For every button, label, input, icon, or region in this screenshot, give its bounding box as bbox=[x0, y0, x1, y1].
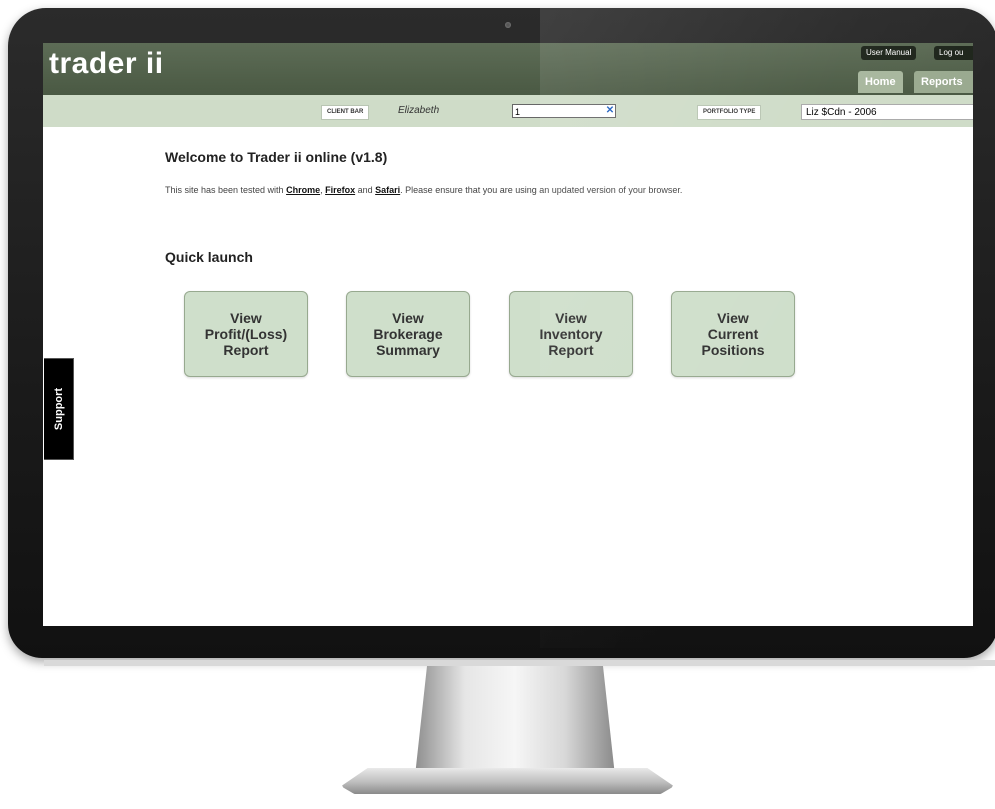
view-brokerage-summary-button[interactable]: View Brokerage Summary bbox=[346, 291, 470, 377]
tab-reports[interactable]: Reports bbox=[914, 71, 973, 93]
portfolio-type-select[interactable]: Liz $Cdn - 2006 bbox=[801, 104, 973, 120]
view-current-positions-button[interactable]: View Current Positions bbox=[671, 291, 795, 377]
safari-link[interactable]: Safari bbox=[375, 185, 400, 195]
client-input[interactable]: 1 bbox=[512, 104, 616, 118]
quick-launch-heading: Quick launch bbox=[165, 249, 253, 265]
clear-icon[interactable]: ✕ bbox=[604, 104, 616, 118]
tab-home[interactable]: Home bbox=[858, 71, 903, 93]
browser-notice: This site has been tested with Chrome, F… bbox=[165, 185, 683, 195]
app-logo: trader ii bbox=[49, 47, 164, 80]
screen: trader ii User Manual Log ou Home Report… bbox=[43, 43, 973, 626]
logout-link[interactable]: Log ou bbox=[934, 46, 973, 60]
chrome-link[interactable]: Chrome bbox=[286, 185, 320, 195]
monitor-stand-base bbox=[341, 768, 674, 794]
firefox-link[interactable]: Firefox bbox=[325, 185, 355, 195]
camera-icon bbox=[505, 22, 511, 28]
monitor-stand-neck bbox=[415, 666, 615, 776]
view-profit-loss-report-button[interactable]: View Profit/(Loss) Report bbox=[184, 291, 308, 377]
client-bar: CLIENT BAR Elizabeth 1 ✕ PORTFOLIO TYPE … bbox=[43, 95, 973, 127]
page-title: Welcome to Trader ii online (v1.8) bbox=[165, 149, 388, 165]
app-header: trader ii User Manual Log ou Home Report… bbox=[43, 43, 973, 95]
user-manual-link[interactable]: User Manual bbox=[861, 46, 917, 60]
client-bar-label: CLIENT BAR bbox=[321, 105, 370, 120]
support-tab[interactable]: Support bbox=[44, 358, 74, 460]
client-name: Elizabeth bbox=[398, 105, 440, 116]
portfolio-type-label: PORTFOLIO TYPE bbox=[697, 105, 762, 120]
view-inventory-report-button[interactable]: View Inventory Report bbox=[509, 291, 633, 377]
bezel-edge bbox=[44, 660, 995, 666]
